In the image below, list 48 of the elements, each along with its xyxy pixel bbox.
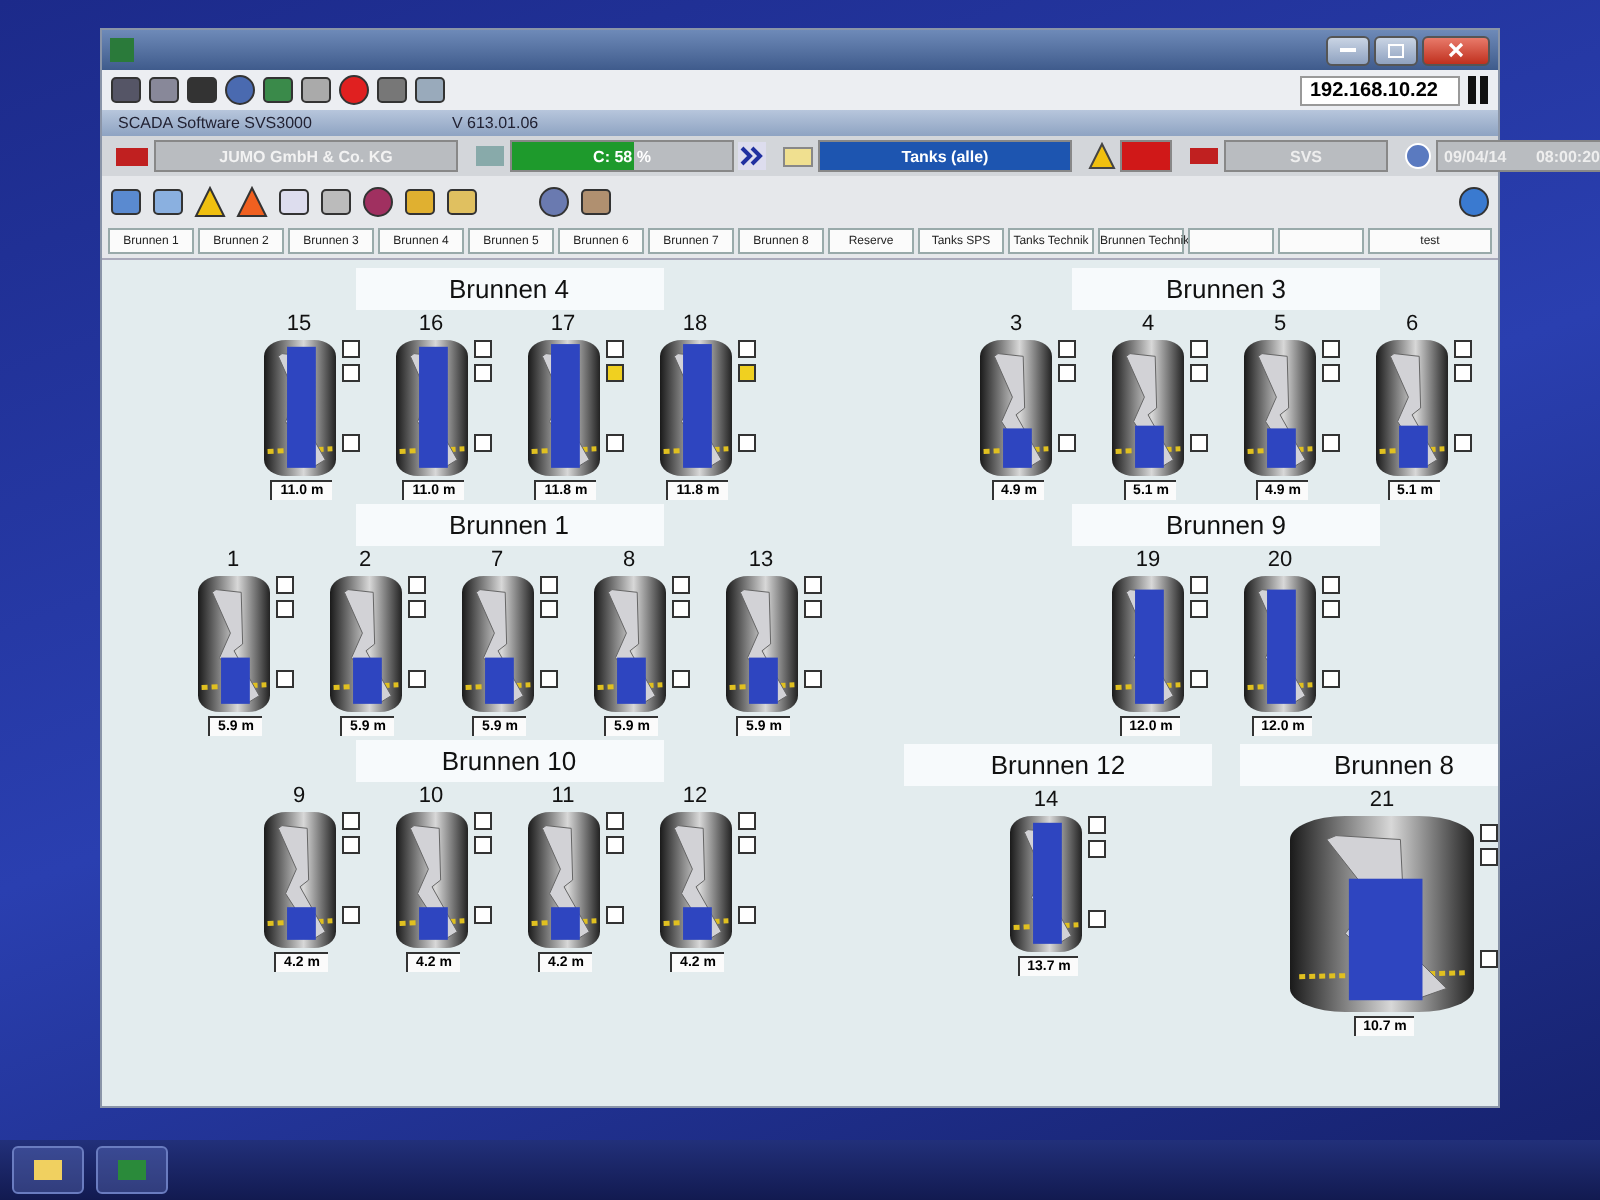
warning-icon xyxy=(1088,142,1116,170)
close-button[interactable] xyxy=(1422,35,1490,65)
version-text: V 613.01.06 xyxy=(451,114,539,132)
ip-address-field[interactable]: 192.168.10.22 xyxy=(1300,75,1460,105)
group-title: Brunnen 10 xyxy=(355,740,663,782)
forward-icon[interactable] xyxy=(738,142,766,170)
explorer-button[interactable] xyxy=(12,1146,84,1194)
tank-number: 13 xyxy=(748,548,776,572)
tank-number: 14 xyxy=(1033,788,1061,812)
tank-number: 6 xyxy=(1405,312,1421,336)
app-button[interactable] xyxy=(96,1146,168,1194)
tank-number: 12 xyxy=(682,784,710,808)
group-title: Brunnen 8 xyxy=(1240,744,1498,786)
tank-number: 20 xyxy=(1267,548,1295,572)
tank-number: 21 xyxy=(1369,788,1397,812)
tank-number: 16 xyxy=(418,312,446,336)
pause-icon[interactable] xyxy=(1466,74,1490,106)
close-icon xyxy=(1448,42,1464,58)
cpu-text: C: 58 % xyxy=(593,147,651,165)
group-title: Brunnen 3 xyxy=(1072,268,1380,310)
maximize-icon xyxy=(1388,43,1404,57)
tank-number: 9 xyxy=(292,784,308,808)
company-field: JUMO GmbH & Co. KG xyxy=(154,140,458,172)
tank-number: 4 xyxy=(1141,312,1157,336)
tank-number: 8 xyxy=(622,548,638,572)
tank-number: 19 xyxy=(1135,548,1163,572)
group-title: Brunnen 4 xyxy=(355,268,663,310)
tank-number: 3 xyxy=(1009,312,1025,336)
tank-number: 7 xyxy=(490,548,506,572)
group-title: Brunnen 9 xyxy=(1072,504,1380,546)
minimize-button[interactable] xyxy=(1326,35,1370,65)
tank-number: 1 xyxy=(226,548,242,572)
product-name: SCADA Software SVS3000 xyxy=(118,114,312,132)
tank-number: 15 xyxy=(286,312,314,336)
view-field[interactable]: Tanks (alle) xyxy=(818,140,1072,172)
tank-number: 10 xyxy=(418,784,446,808)
group-title: Brunnen 1 xyxy=(355,504,663,546)
minimize-icon xyxy=(1340,47,1356,53)
tank-number: 17 xyxy=(550,312,578,336)
maximize-button[interactable] xyxy=(1374,35,1418,65)
group-title: Brunnen 12 xyxy=(904,744,1212,786)
tank-number: 5 xyxy=(1273,312,1289,336)
warning-icon[interactable] xyxy=(194,186,226,218)
app-icon xyxy=(110,38,134,62)
tank-number: 18 xyxy=(682,312,710,336)
tank-number: 11 xyxy=(551,784,577,808)
tank-number: 2 xyxy=(358,548,374,572)
app-icon xyxy=(116,1156,148,1184)
